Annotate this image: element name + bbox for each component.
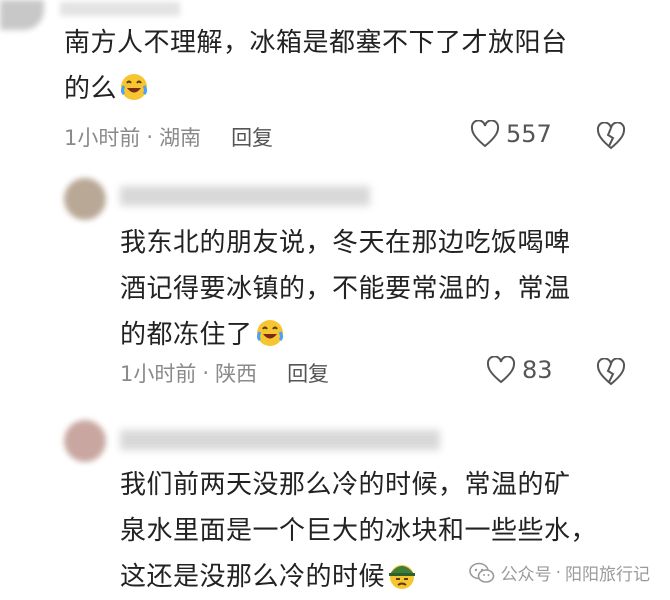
- comment-1-broken-heart-icon[interactable]: [596, 122, 626, 150]
- meta-separator: ·: [146, 125, 154, 149]
- watermark-account: 阳阳旅行记: [565, 565, 650, 585]
- blurred-avatar-top: [0, 0, 44, 30]
- heart-icon: [470, 120, 500, 148]
- heart-icon: [486, 356, 516, 384]
- comment-2-like-button[interactable]: 83: [486, 356, 553, 384]
- comment-1-reply-button[interactable]: 回复: [231, 122, 273, 152]
- watermark: 公众号 · 阳阳旅行记: [468, 560, 650, 585]
- comment-2-line-3: 的都冻住了: [120, 312, 571, 358]
- comment-2-avatar[interactable]: [64, 178, 106, 220]
- comment-3-line-2: 泉水里面是一个巨大的冰块和一些些水，: [120, 516, 598, 546]
- laughing-crying-emoji: [121, 74, 148, 100]
- comment-2-like-count: 83: [522, 356, 553, 384]
- comment-2-line-1: 我东北的朋友说，冬天在那边吃饭喝啤: [120, 228, 571, 258]
- comment-2-broken-heart-icon[interactable]: [596, 358, 626, 386]
- meta-separator: ·: [202, 361, 210, 385]
- comment-1-time: 1小时前: [64, 126, 141, 150]
- comment-2-line-2: 酒记得要冰镇的，不能要常温的，常温: [120, 274, 571, 304]
- blurred-username-top: [60, 2, 180, 16]
- comment-1-like-count: 557: [506, 120, 552, 148]
- wechat-icon: [468, 562, 494, 583]
- comment-2-reply-button[interactable]: 回复: [287, 358, 329, 388]
- watermark-source: 公众号: [500, 565, 552, 585]
- laughing-crying-emoji: [256, 320, 283, 346]
- comment-1-location: 湖南: [159, 126, 202, 150]
- comment-3-avatar[interactable]: [64, 420, 106, 462]
- comment-2-text: 我东北的朋友说，冬天在那边吃饭喝啤 酒记得要冰镇的，不能要常温的，常温 的都冻住…: [120, 220, 571, 358]
- comment-1-line-2: 的么: [64, 66, 568, 112]
- comment-3-username[interactable]: [120, 430, 440, 450]
- comment-1-text: 南方人不理解，冰箱是都塞不下了才放阳台 的么: [64, 20, 568, 112]
- watermark-separator: ·: [555, 562, 561, 583]
- comment-2-username[interactable]: [120, 186, 370, 206]
- comment-1-like-button[interactable]: 557: [470, 120, 552, 148]
- comment-2-location: 陕西: [215, 362, 258, 386]
- comment-1-meta: 1小时前 · 湖南 回复: [64, 122, 273, 152]
- comment-2-meta: 1小时前 · 陕西 回复: [120, 358, 329, 388]
- comment-1-line-1: 南方人不理解，冰箱是都塞不下了才放阳台: [64, 28, 568, 58]
- comment-3-line-1: 我们前两天没那么冷的时候，常温的矿: [120, 470, 571, 500]
- comment-2-time: 1小时前: [120, 362, 197, 386]
- soldier-helmet-emoji: [389, 565, 416, 589]
